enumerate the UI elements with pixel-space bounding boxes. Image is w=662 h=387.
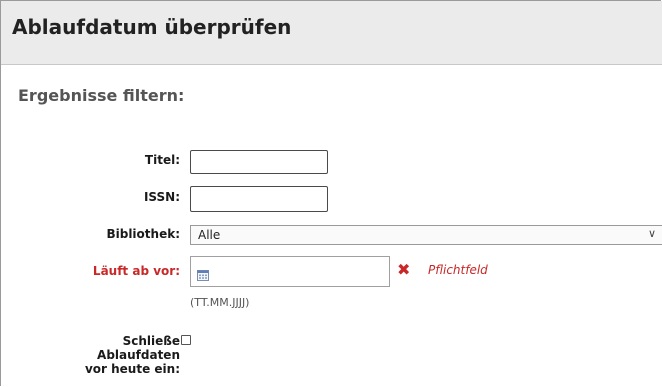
title-bar: Ablaufdatum überprüfen [1, 1, 662, 65]
include-past-label-1: Schließe [122, 334, 180, 348]
expires-label: Läuft ab vor: [92, 264, 180, 278]
library-select[interactable]: Alle ∨ [190, 225, 662, 245]
filter-heading: Ergebnisse filtern: [18, 86, 185, 105]
page-title: Ablaufdatum überprüfen [12, 15, 292, 39]
issn-label: ISSN: [143, 190, 180, 204]
date-format-hint: (TT.MM.JJJJ) [190, 296, 250, 309]
include-past-checkbox[interactable] [181, 335, 191, 345]
issn-input[interactable] [190, 186, 328, 212]
expires-date-input[interactable] [190, 256, 390, 287]
library-selected-value: Alle [198, 228, 221, 242]
title-label: Titel: [144, 153, 180, 167]
calendar-icon[interactable] [197, 266, 209, 285]
include-past-label-3: vor heute ein: [84, 362, 180, 376]
title-input[interactable] [190, 150, 328, 174]
include-past-label-2: Ablaufdaten [97, 348, 180, 362]
error-x-icon: ✖ [397, 260, 411, 279]
chevron-down-icon: ∨ [647, 227, 656, 240]
required-message: Pflichtfeld [428, 263, 488, 277]
library-label: Bibliothek: [106, 227, 180, 241]
